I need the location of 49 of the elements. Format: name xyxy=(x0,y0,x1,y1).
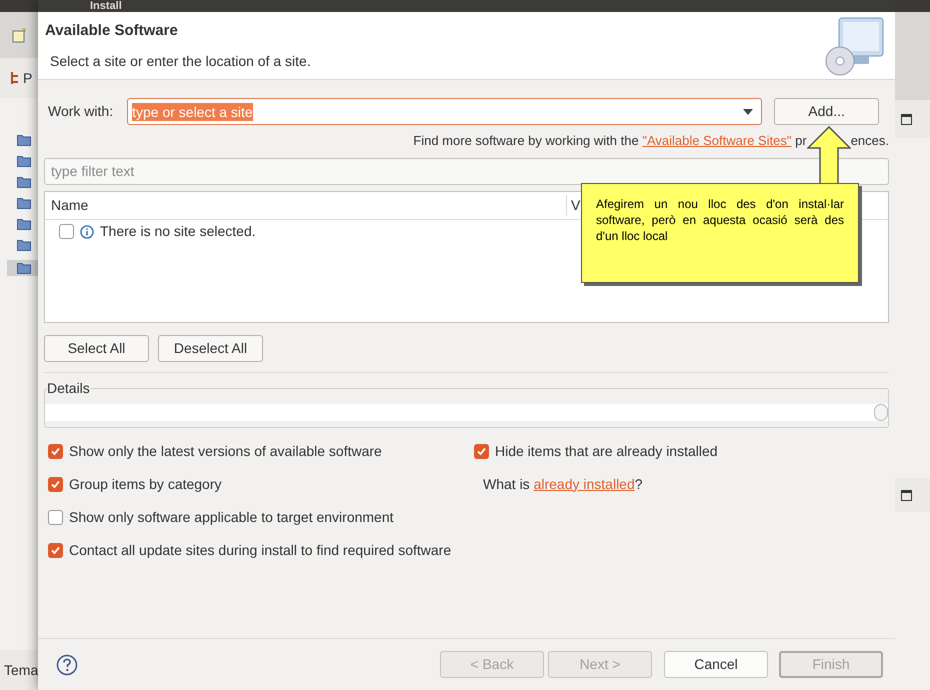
filter-field[interactable]: type filter text xyxy=(44,158,889,184)
new-file-icon[interactable] xyxy=(12,28,27,42)
footer-button[interactable]: Cancel xyxy=(664,651,768,678)
selection-button[interactable]: Select All xyxy=(44,334,149,362)
checkmark-icon xyxy=(50,544,61,556)
checkmark-icon xyxy=(476,446,487,456)
maximize-icon[interactable] xyxy=(901,114,912,124)
scrollbar-thumb[interactable] xyxy=(874,404,888,420)
folder-icon xyxy=(17,262,31,274)
checkbox[interactable] xyxy=(474,444,489,458)
column-header[interactable]: V xyxy=(567,194,580,216)
info-icon xyxy=(80,224,94,238)
checkbox[interactable] xyxy=(59,224,74,239)
checkbox[interactable] xyxy=(48,510,63,524)
computer-disc-icon xyxy=(823,15,885,77)
option-label[interactable]: Show only software applicable to target environment xyxy=(69,506,394,528)
add-button[interactable]: Add... xyxy=(774,98,880,125)
checkbox[interactable] xyxy=(48,542,63,558)
what-is-text: What is already installed? xyxy=(483,474,643,494)
folder-icon xyxy=(17,239,31,251)
callout-text: Afegirem un nou lloc des d'on instal·lar software, però en aquesta ocasió serà des d'un lloc local xyxy=(596,196,844,244)
checkbox[interactable] xyxy=(48,444,63,458)
option-label[interactable]: Show only the latest versions of available software xyxy=(69,440,382,462)
status-text: Tema xyxy=(4,660,38,680)
option-label[interactable]: Contact all update sites during install to find required software xyxy=(69,540,452,560)
folder-icon xyxy=(17,155,31,167)
more-software-text: ences. xyxy=(850,132,889,150)
folder-icon xyxy=(17,218,31,230)
panel-title[interactable]: P xyxy=(23,68,32,88)
dropdown-icon[interactable] xyxy=(743,108,754,114)
checkmark-icon xyxy=(50,446,61,456)
folder-icon xyxy=(17,197,31,209)
column-header[interactable]: Name xyxy=(45,194,567,216)
hierarchy-icon xyxy=(10,71,20,85)
option-label[interactable]: Hide items that are already installed xyxy=(495,440,718,462)
page-subtitle: Select a site or enter the location of a site. xyxy=(49,52,311,70)
option-label[interactable]: Group items by category xyxy=(69,474,222,494)
folder-icon xyxy=(17,176,31,188)
checkbox[interactable] xyxy=(48,476,63,492)
more-software-text: Find more software by working with the "Available Software Sites" pr xyxy=(413,132,807,150)
maximize-icon[interactable] xyxy=(901,490,912,500)
selection-button[interactable]: Deselect All xyxy=(158,334,263,362)
page-title: Available Software xyxy=(45,21,179,41)
help-icon[interactable] xyxy=(56,654,78,676)
window-title: Install xyxy=(90,1,122,12)
folder-icon xyxy=(17,134,31,146)
checkmark-icon xyxy=(50,478,61,490)
work-with-label: Work with: xyxy=(48,102,114,121)
table-cell-text: There is no site selected. xyxy=(100,222,256,241)
